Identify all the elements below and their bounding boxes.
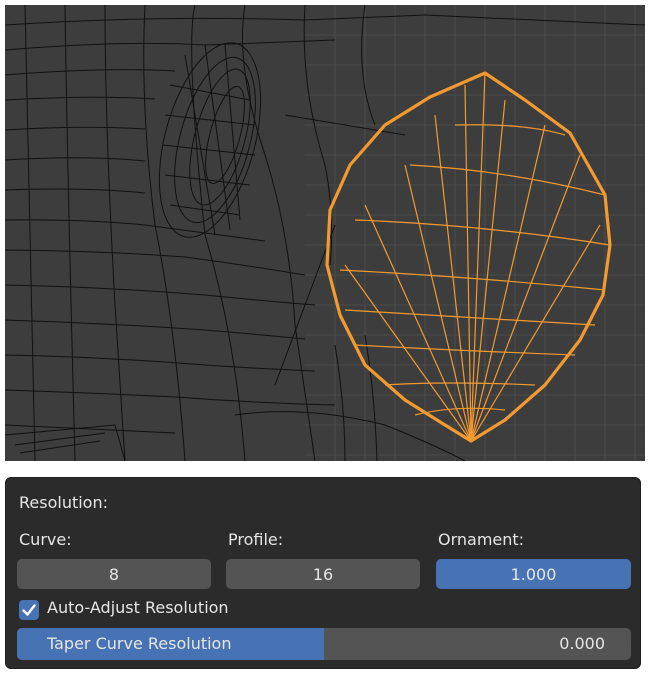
taper-curve-resolution-slider[interactable]: Taper Curve Resolution 0.000 <box>17 628 631 660</box>
taper-slider-value: 0.000 <box>559 634 605 653</box>
auto-adjust-checkbox[interactable] <box>19 600 39 620</box>
ornament-field[interactable]: 1.000 <box>436 559 631 589</box>
profile-field[interactable]: 16 <box>226 559 420 589</box>
checkmark-icon <box>22 604 36 616</box>
wireframe-mesh <box>5 5 645 461</box>
auto-adjust-label: Auto-Adjust Resolution <box>47 598 229 617</box>
3d-viewport[interactable] <box>5 5 645 461</box>
profile-label: Profile: <box>228 530 284 549</box>
curve-label: Curve: <box>19 530 72 549</box>
curve-field[interactable]: 8 <box>17 559 211 589</box>
resolution-section-label: Resolution: <box>19 493 108 512</box>
taper-slider-label: Taper Curve Resolution <box>47 634 232 653</box>
ornament-label: Ornament: <box>438 530 525 549</box>
